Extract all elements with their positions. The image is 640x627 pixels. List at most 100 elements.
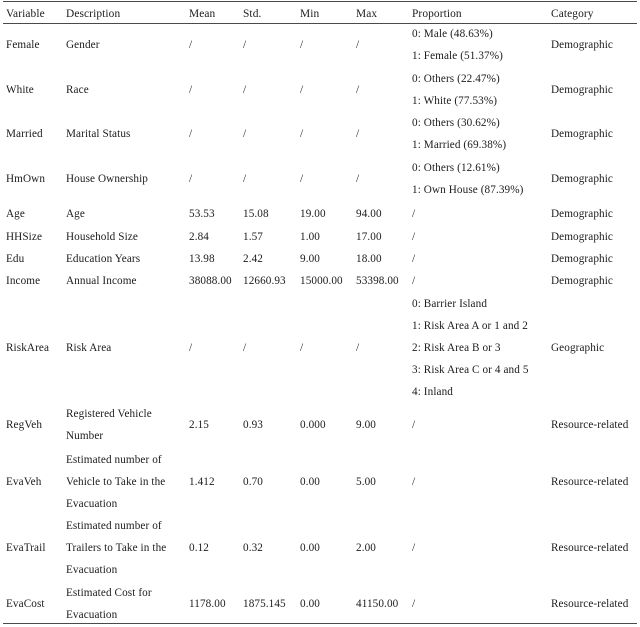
cell-description: Marital Status [66, 128, 131, 140]
cell-min: / [300, 128, 304, 140]
cell-category: Demographic [551, 84, 613, 96]
cell-std: 1.57 [243, 231, 263, 243]
cell-max: 5.00 [356, 476, 376, 488]
cell-std: / [243, 173, 247, 185]
cell-proportion: / [412, 476, 416, 488]
cell-mean: 2.15 [189, 419, 209, 431]
cell-mean: 13.98 [189, 253, 215, 265]
column-header-std: Std. [243, 8, 262, 20]
cell-max: 53398.00 [356, 275, 399, 287]
cell-min: 0.00 [300, 598, 320, 610]
cell-std: / [243, 84, 247, 96]
cell-proportion: 1: Own House (87.39%) [412, 184, 524, 196]
cell-proportion: 2: Risk Area B or 3 [412, 342, 501, 354]
cell-description: Age [66, 208, 85, 220]
cell-variable: White [6, 84, 34, 96]
column-header-min: Min [300, 8, 320, 20]
cell-description: Vehicle to Take in the [66, 476, 166, 488]
cell-description: Evacuation [66, 498, 118, 510]
cell-max: / [356, 128, 360, 140]
cell-max: / [356, 39, 360, 51]
cell-variable: Income [6, 275, 41, 287]
cell-category: Geographic [551, 342, 605, 354]
cell-std: / [243, 39, 247, 51]
cell-category: Resource-related [551, 419, 629, 431]
cell-description: Education Years [66, 253, 141, 265]
cell-min: 15000.00 [300, 275, 343, 287]
cell-max: / [356, 342, 360, 354]
cell-description: Estimated number of [66, 454, 162, 466]
cell-proportion: 1: White (77.53%) [412, 95, 498, 107]
cell-min: / [300, 173, 304, 185]
cell-max: 18.00 [356, 253, 382, 265]
cell-category: Resource-related [551, 542, 629, 554]
cell-min: 9.00 [300, 253, 320, 265]
cell-std: 0.93 [243, 419, 263, 431]
cell-min: / [300, 39, 304, 51]
cell-variable: Edu [6, 253, 25, 265]
cell-proportion: / [412, 598, 416, 610]
cell-description: Estimated Cost for [66, 587, 152, 599]
cell-variable: EvaVeh [6, 476, 42, 488]
cell-proportion: 1: Female (51.37%) [412, 50, 503, 62]
cell-proportion: 4: Inland [412, 386, 453, 398]
cell-category: Demographic [551, 253, 613, 265]
cell-category: Resource-related [551, 598, 629, 610]
cell-category: Demographic [551, 275, 613, 287]
table-top-rule [3, 1, 637, 2]
cell-min: / [300, 84, 304, 96]
cell-variable: RegVeh [6, 419, 43, 431]
cell-proportion: / [412, 542, 416, 554]
cell-variable: RiskArea [6, 342, 50, 354]
cell-proportion: / [412, 208, 416, 220]
cell-description: House Ownership [66, 173, 148, 185]
cell-std: 1875.145 [243, 598, 286, 610]
cell-min: 1.00 [300, 231, 320, 243]
cell-description: Evacuation [66, 609, 118, 621]
cell-proportion: 3: Risk Area C or 4 and 5 [412, 364, 529, 376]
cell-max: / [356, 173, 360, 185]
cell-mean: 2.84 [189, 231, 209, 243]
cell-category: Demographic [551, 173, 613, 185]
cell-proportion: / [412, 253, 416, 265]
cell-proportion: 0: Barrier Island [412, 298, 488, 310]
cell-variable: HHSize [6, 231, 43, 243]
cell-std: / [243, 342, 247, 354]
cell-mean: 1.412 [189, 476, 215, 488]
cell-mean: / [189, 84, 193, 96]
cell-std: 0.70 [243, 476, 263, 488]
cell-mean: 53.53 [189, 208, 215, 220]
cell-mean: 38088.00 [189, 275, 232, 287]
cell-min: / [300, 342, 304, 354]
column-header-category: Category [551, 8, 594, 20]
cell-min: 0.000 [300, 419, 326, 431]
cell-mean: / [189, 173, 193, 185]
cell-description: Estimated number of [66, 520, 162, 532]
cell-min: 19.00 [300, 208, 326, 220]
cell-max: 41150.00 [356, 598, 399, 610]
cell-std: 0.32 [243, 542, 263, 554]
column-header-description: Description [66, 8, 121, 20]
cell-description: Household Size [66, 231, 138, 243]
column-header-max: Max [356, 8, 378, 20]
cell-max: 94.00 [356, 208, 382, 220]
cell-proportion: 0: Others (30.62%) [412, 117, 500, 129]
cell-category: Demographic [551, 128, 613, 140]
cell-std: 12660.93 [243, 275, 286, 287]
cell-variable: EvaTrail [6, 542, 46, 554]
cell-max: 2.00 [356, 542, 376, 554]
cell-description: Gender [66, 39, 100, 51]
cell-proportion: / [412, 231, 416, 243]
column-header-proportion: Proportion [412, 8, 462, 20]
cell-mean: 1178.00 [189, 598, 226, 610]
cell-proportion: / [412, 275, 416, 287]
cell-min: 0.00 [300, 542, 320, 554]
cell-category: Demographic [551, 208, 613, 220]
cell-proportion: 0: Others (12.61%) [412, 162, 500, 174]
cell-std: 15.08 [243, 208, 269, 220]
cell-mean: 0.12 [189, 542, 209, 554]
cell-min: 0.00 [300, 476, 320, 488]
cell-mean: / [189, 342, 193, 354]
column-header-mean: Mean [189, 8, 216, 20]
cell-max: 9.00 [356, 419, 376, 431]
